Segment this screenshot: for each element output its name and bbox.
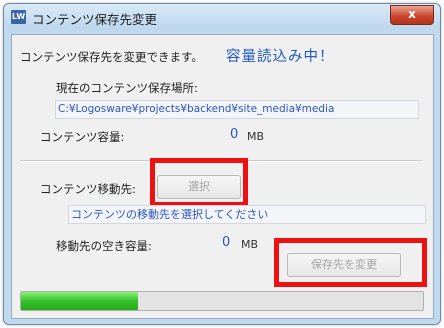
content-size-label: コンテンツ容量:	[40, 130, 125, 144]
progress-bar	[20, 291, 424, 311]
progress-fill	[21, 292, 138, 310]
content-size-value: 0	[230, 127, 239, 142]
free-space-unit: MB	[241, 238, 259, 251]
highlight-select-button	[150, 158, 248, 207]
content-size-unit: MB	[247, 130, 265, 143]
close-button[interactable]: x	[390, 5, 434, 25]
free-space-label: 移動先の空き容量:	[56, 239, 152, 253]
current-location-label: 現在のコンテンツ保存場所:	[56, 81, 198, 95]
current-location-path: C:¥Logosware¥projects¥backend¥site_media…	[55, 100, 419, 119]
highlight-change-button	[274, 238, 427, 287]
dialog-window: LW コンテンツ保存先変更 x コンテンツ保存先を変更できます。 容量読込み中！…	[3, 3, 441, 325]
window-title: コンテンツ保存先変更	[32, 12, 158, 27]
title-bar[interactable]: LW コンテンツ保存先変更 x	[4, 4, 440, 30]
app-icon: LW	[11, 10, 26, 24]
destination-path-field: コンテンツの移動先を選択してください	[68, 205, 426, 224]
close-icon: x	[408, 7, 416, 21]
destination-label: コンテンツ移動先:	[40, 182, 136, 196]
status-text: 容量読込み中！	[226, 49, 335, 65]
dialog-body: コンテンツ保存先を変更できます。 容量読込み中！ 現在のコンテンツ保存場所: C…	[11, 34, 434, 319]
free-space-value: 0	[222, 235, 231, 250]
info-text: コンテンツ保存先を変更できます。	[20, 50, 203, 64]
